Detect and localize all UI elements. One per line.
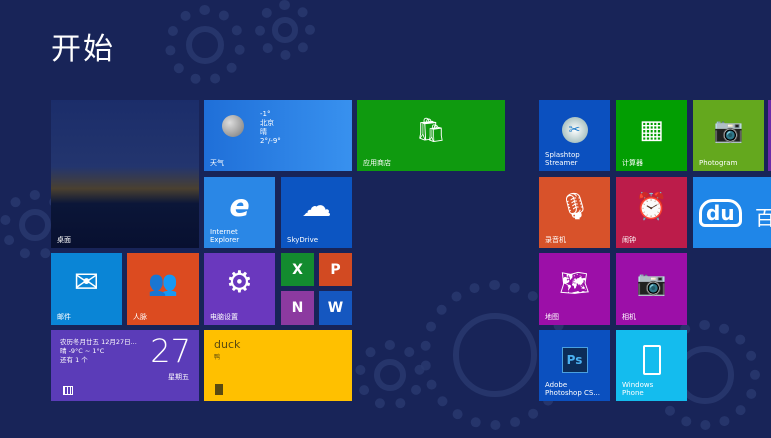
background-gear: [165, 5, 245, 85]
gear-icon: ⚙: [226, 265, 253, 301]
tile-label: 电脑设置: [210, 313, 238, 321]
tile-photoshop[interactable]: Ps Adobe Photoshop CS...: [539, 330, 610, 401]
weather-condition: 晴: [260, 128, 267, 136]
tile-skydrive[interactable]: ☁ SkyDrive: [281, 177, 352, 248]
calendar-events: 还有 1 个: [60, 356, 88, 364]
tile-label: SkyDrive: [287, 236, 319, 244]
excel-icon: X: [292, 261, 303, 278]
tile-label: Adobe Photoshop CS...: [545, 381, 601, 397]
tile-label: 闹钟: [622, 236, 636, 244]
tile-label: 计算器: [622, 159, 643, 167]
map-icon: 🗺: [559, 269, 590, 298]
tile-label: 天气: [210, 159, 224, 167]
baidu-logo: du: [699, 199, 742, 227]
calendar-weekday: 星期五: [168, 373, 189, 381]
tile-maps[interactable]: 🗺 地图: [539, 253, 610, 325]
background-gear: [355, 340, 425, 410]
tile-baidu[interactable]: du 百: [693, 177, 771, 248]
photoshop-icon: Ps: [561, 346, 588, 373]
splashtop-icon: ✂: [561, 116, 588, 143]
tile-powerpoint[interactable]: P: [319, 253, 352, 286]
tile-internet-explorer[interactable]: e Internet Explorer: [204, 177, 275, 248]
onenote-icon: N: [291, 300, 304, 316]
tile-onenote[interactable]: N: [281, 291, 314, 325]
tile-camera[interactable]: 📷 相机: [616, 253, 687, 325]
tile-label: 邮件: [57, 313, 71, 321]
track-title: duck: [214, 338, 241, 351]
tile-excel[interactable]: X: [281, 253, 314, 286]
store-bag-icon: 🛍: [415, 115, 447, 144]
phone-icon: [642, 344, 661, 375]
tile-label: 桌面: [57, 236, 71, 244]
calendar-lunar-date: 农历冬月廿五 12月27日...: [60, 338, 137, 346]
camera-icon: 📷: [713, 115, 744, 144]
weather-temp: -1°: [260, 110, 271, 118]
weather-range: 2°/-9°: [260, 137, 281, 145]
tile-sound-recorder[interactable]: 🎙 录音机: [539, 177, 610, 248]
calendar-weather: 晴 -9°C ~ 1°C: [60, 347, 105, 355]
tile-calculator[interactable]: ▦ 计算器: [616, 100, 687, 171]
powerpoint-icon: P: [330, 261, 341, 278]
tile-desktop[interactable]: 桌面: [51, 100, 199, 248]
tile-label: 应用商店: [363, 159, 391, 167]
ie-icon: e: [229, 188, 250, 224]
camera-icon: 📷: [636, 269, 667, 298]
tile-photogram[interactable]: 📷 Photogram: [693, 100, 764, 171]
track-subtitle: 鸭: [214, 354, 221, 361]
tile-windows-phone[interactable]: Windows Phone: [616, 330, 687, 401]
background-gear: [255, 0, 315, 60]
page-title: 开始: [51, 32, 115, 67]
calendar-icon: [63, 386, 73, 395]
tile-label: 录音机: [545, 236, 566, 244]
word-icon: W: [327, 300, 344, 316]
tile-mail[interactable]: ✉ 邮件: [51, 253, 122, 325]
tile-music-now-playing[interactable]: duck 鸭: [204, 330, 352, 401]
moon-icon: [222, 115, 244, 137]
calculator-icon: ▦: [639, 114, 664, 145]
tile-label: 地图: [545, 313, 559, 321]
people-icon: 👥: [148, 269, 178, 298]
tile-pc-settings[interactable]: ⚙ 电脑设置: [204, 253, 275, 325]
tile-word[interactable]: W: [319, 291, 352, 325]
baidu-text: 百: [755, 206, 771, 230]
music-app-icon: [215, 384, 223, 395]
microphone-icon: 🎙: [557, 191, 592, 222]
tile-label: Windows Phone: [622, 381, 654, 397]
tile-calendar[interactable]: 农历冬月廿五 12月27日... 晴 -9°C ~ 1°C 还有 1 个 27 …: [51, 330, 199, 401]
tile-alarms[interactable]: ⏰ 闹钟: [616, 177, 687, 248]
weather-city: 北京: [260, 119, 274, 127]
tile-label: Photogram: [699, 159, 738, 167]
tile-label: 人脉: [133, 313, 147, 321]
tile-label: Splashtop Streamer: [545, 151, 580, 167]
envelope-icon: ✉: [73, 265, 100, 301]
calendar-day: 27: [150, 332, 191, 370]
tile-people[interactable]: 👥 人脉: [127, 253, 199, 325]
alarm-clock-icon: ⏰: [635, 191, 668, 222]
tile-splashtop[interactable]: ✂ Splashtop Streamer: [539, 100, 610, 171]
tile-label: 相机: [622, 313, 636, 321]
cloud-icon: ☁: [301, 188, 332, 224]
tile-label: Internet Explorer: [210, 228, 240, 244]
tile-weather[interactable]: -1° 北京 晴 2°/-9° 天气: [204, 100, 352, 171]
tile-store[interactable]: 🛍 应用商店: [357, 100, 505, 171]
